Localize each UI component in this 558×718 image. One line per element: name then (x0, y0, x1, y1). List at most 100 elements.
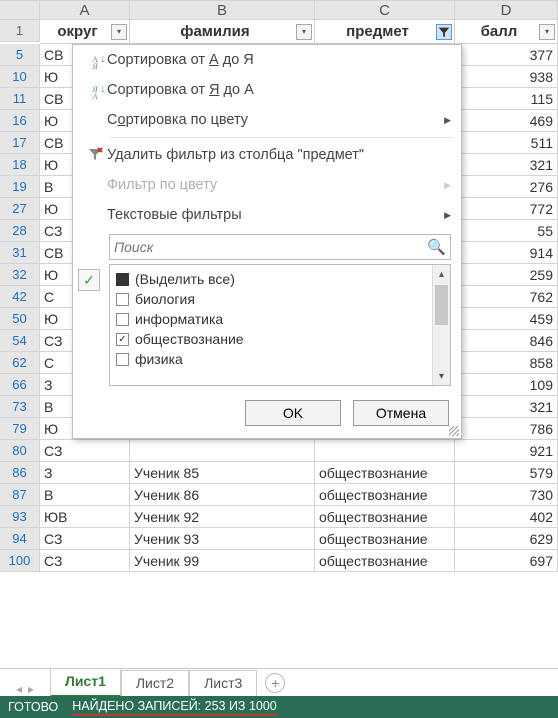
nav-prev-icon[interactable]: ◂ (16, 682, 22, 696)
cell-c[interactable]: обществознание (315, 506, 455, 528)
cell-a[interactable]: З (40, 462, 130, 484)
cancel-button[interactable]: Отмена (353, 400, 449, 426)
select-all-corner[interactable] (0, 0, 40, 20)
scroll-thumb[interactable] (435, 285, 448, 325)
row-head[interactable]: 17 (0, 132, 40, 154)
filter-search-input[interactable] (114, 239, 427, 255)
cell-d[interactable]: 762 (455, 286, 558, 308)
row-head[interactable]: 66 (0, 374, 40, 396)
cell-b[interactable]: Ученик 93 (130, 528, 315, 550)
resize-grip-icon[interactable] (449, 426, 459, 436)
cell-b[interactable] (130, 440, 315, 462)
row-head[interactable]: 79 (0, 418, 40, 440)
text-filters[interactable]: Текстовые фильтры (73, 200, 461, 230)
check-obshestvoznanie[interactable]: обществознание (116, 329, 432, 349)
filter-dropdown-predmet[interactable] (436, 24, 452, 40)
row-head[interactable]: 80 (0, 440, 40, 462)
cell-d[interactable]: 579 (455, 462, 558, 484)
cell-b[interactable]: Ученик 92 (130, 506, 315, 528)
cell-d[interactable]: 321 (455, 396, 558, 418)
sheet-tab-3[interactable]: Лист3 (189, 670, 257, 697)
cell-c[interactable]: обществознание (315, 528, 455, 550)
row-1-head[interactable]: 1 (0, 20, 40, 42)
cell-d[interactable]: 697 (455, 550, 558, 572)
row-head[interactable]: 5 (0, 44, 40, 66)
cell-d[interactable]: 921 (455, 440, 558, 462)
cell-d[interactable]: 846 (455, 330, 558, 352)
row-head[interactable]: 28 (0, 220, 40, 242)
filter-list-scrollbar[interactable]: ▴ ▾ (432, 265, 450, 385)
cell-d[interactable]: 772 (455, 198, 558, 220)
row-head[interactable]: 27 (0, 198, 40, 220)
row-head[interactable]: 100 (0, 550, 40, 572)
col-C[interactable]: C (315, 0, 455, 20)
row-head[interactable]: 16 (0, 110, 40, 132)
row-head[interactable]: 54 (0, 330, 40, 352)
cell-d[interactable]: 629 (455, 528, 558, 550)
nav-next-icon[interactable]: ▸ (28, 682, 34, 696)
cell-c[interactable] (315, 440, 455, 462)
row-head[interactable]: 19 (0, 176, 40, 198)
cell-d[interactable]: 55 (455, 220, 558, 242)
row-head[interactable]: 62 (0, 352, 40, 374)
cell-d[interactable]: 402 (455, 506, 558, 528)
col-D[interactable]: D (455, 0, 558, 20)
row-head[interactable]: 11 (0, 88, 40, 110)
filter-dropdown-okrug[interactable]: ▾ (111, 24, 127, 40)
cell-d[interactable]: 321 (455, 154, 558, 176)
add-sheet-button[interactable]: + (265, 673, 285, 693)
row-head[interactable]: 42 (0, 286, 40, 308)
sheet-tab-1[interactable]: Лист1 (50, 668, 121, 697)
cell-c[interactable]: обществознание (315, 550, 455, 572)
cell-d[interactable]: 276 (455, 176, 558, 198)
cell-d[interactable]: 511 (455, 132, 558, 154)
cell-d[interactable]: 377 (455, 44, 558, 66)
filter-dropdown-ball[interactable]: ▾ (539, 24, 555, 40)
cell-d[interactable]: 858 (455, 352, 558, 374)
cell-b[interactable]: Ученик 85 (130, 462, 315, 484)
apply-check-icon[interactable]: ✓ (78, 269, 100, 291)
cell-d[interactable]: 914 (455, 242, 558, 264)
check-fizika[interactable]: физика (116, 349, 432, 369)
row-head[interactable]: 31 (0, 242, 40, 264)
row-head[interactable]: 86 (0, 462, 40, 484)
row-head[interactable]: 32 (0, 264, 40, 286)
cell-d[interactable]: 469 (455, 110, 558, 132)
row-head[interactable]: 87 (0, 484, 40, 506)
cell-d[interactable]: 730 (455, 484, 558, 506)
row-head[interactable]: 18 (0, 154, 40, 176)
cell-c[interactable]: обществознание (315, 484, 455, 506)
row-head[interactable]: 73 (0, 396, 40, 418)
col-B[interactable]: B (130, 0, 315, 20)
check-select-all[interactable]: (Выделить все) (116, 269, 432, 289)
check-biologia[interactable]: биология (116, 289, 432, 309)
cell-a[interactable]: В (40, 484, 130, 506)
clear-filter[interactable]: Удалить фильтр из столбца "предмет" (73, 140, 461, 170)
cell-a[interactable]: ЮВ (40, 506, 130, 528)
col-A[interactable]: A (40, 0, 130, 20)
scroll-down-icon[interactable]: ▾ (433, 367, 450, 385)
cell-d[interactable]: 786 (455, 418, 558, 440)
cell-d[interactable]: 459 (455, 308, 558, 330)
cell-a[interactable]: СЗ (40, 528, 130, 550)
scroll-up-icon[interactable]: ▴ (433, 265, 450, 283)
sheet-nav[interactable]: ◂▸ (0, 682, 50, 696)
sort-by-color[interactable]: Сортировка по цвету (73, 105, 461, 135)
cell-a[interactable]: СЗ (40, 440, 130, 462)
cell-d[interactable]: 109 (455, 374, 558, 396)
row-head[interactable]: 94 (0, 528, 40, 550)
cell-a[interactable]: СЗ (40, 550, 130, 572)
sheet-tab-2[interactable]: Лист2 (121, 670, 189, 697)
cell-b[interactable]: Ученик 99 (130, 550, 315, 572)
filter-dropdown-familia[interactable]: ▾ (296, 24, 312, 40)
check-informatika[interactable]: информатика (116, 309, 432, 329)
row-head[interactable]: 93 (0, 506, 40, 528)
sort-za[interactable]: ЯА↓ Сортировка от Я до А (73, 75, 461, 105)
cell-b[interactable]: Ученик 86 (130, 484, 315, 506)
row-head[interactable]: 50 (0, 308, 40, 330)
cell-d[interactable]: 938 (455, 66, 558, 88)
filter-search[interactable]: 🔍 (109, 234, 451, 260)
sort-az[interactable]: АЯ↓ Сортировка от А до Я (73, 45, 461, 75)
cell-d[interactable]: 259 (455, 264, 558, 286)
row-head[interactable]: 10 (0, 66, 40, 88)
